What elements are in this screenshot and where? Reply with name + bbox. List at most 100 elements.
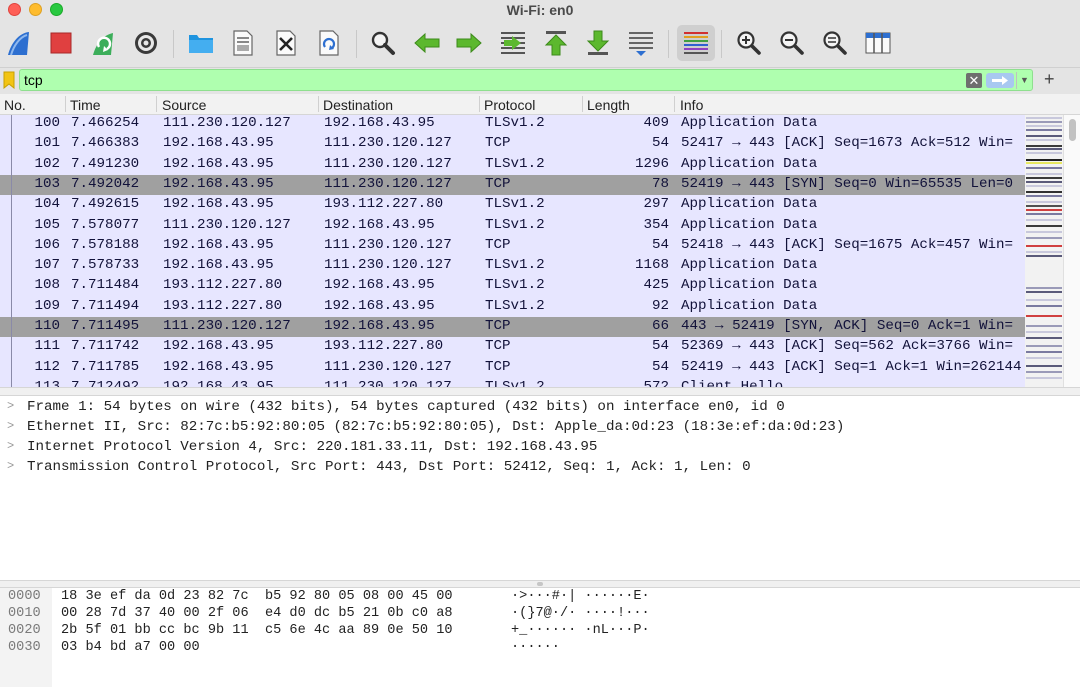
packet-cell-src: 193.112.227.80 (163, 297, 283, 314)
packet-cell-info: 52418 → 443 [ACK] Seq=1675 Ack=457 Win= (681, 236, 1014, 253)
packet-row[interactable]: 112 7.711785 192.168.43.95 111.230.120.127 T… (0, 358, 1025, 378)
detail-row-frame[interactable]: > Frame 1: 54 bytes on wire (432 bits), … (0, 398, 1080, 418)
packet-row[interactable]: 103 7.492042 192.168.43.95 111.230.120.127 T… (0, 174, 1025, 196)
go-last-icon[interactable] (583, 28, 613, 58)
minimap-stripe (1026, 245, 1062, 247)
expand-chevron-icon[interactable]: > (7, 459, 14, 473)
packet-cell-proto: TLSv1.2 (485, 378, 545, 387)
column-separator[interactable] (582, 96, 583, 112)
column-header-length[interactable]: Length (587, 97, 630, 115)
expand-chevron-icon[interactable]: > (7, 419, 14, 433)
filter-history-dropdown[interactable]: ▼ (1016, 72, 1032, 89)
packet-row[interactable]: 111 7.711742 192.168.43.95 193.112.227.80 TC… (0, 337, 1025, 357)
packet-row[interactable]: 102 7.491230 192.168.43.95 111.230.120.127 T… (0, 155, 1025, 175)
packet-list-scrollbar[interactable] (1063, 115, 1080, 387)
packet-cell-src: 193.112.227.80 (163, 277, 283, 294)
packet-cell-len: 572 (643, 378, 669, 387)
packet-row[interactable]: 107 7.578733 192.168.43.95 111.230.120.127 T… (0, 256, 1025, 276)
apply-filter-icon[interactable] (986, 73, 1014, 88)
packet-cell-time: 7.578188 (71, 236, 140, 253)
column-separator[interactable] (156, 96, 157, 112)
expand-chevron-icon[interactable]: > (7, 439, 14, 453)
minimap-stripe (1026, 162, 1062, 164)
packet-row[interactable]: 104 7.492615 192.168.43.95 193.112.227.80 TL… (0, 195, 1025, 215)
minimap-stripe (1026, 291, 1062, 293)
packet-minimap[interactable] (1025, 115, 1063, 387)
column-header-info[interactable]: Info (680, 97, 703, 115)
reload-file-icon[interactable] (314, 28, 344, 58)
column-separator[interactable] (318, 96, 319, 112)
packet-cell-info: Client Hello (681, 378, 784, 387)
detail-row-tcp[interactable]: > Transmission Control Protocol, Src Por… (0, 458, 1080, 478)
packet-row[interactable]: 105 7.578077 111.230.120.127 192.168.43.95 T… (0, 216, 1025, 236)
packet-cell-proto: TLSv1.2 (485, 257, 545, 274)
minimap-stripe (1026, 325, 1062, 327)
packet-row[interactable]: 109 7.711494 193.112.227.80 192.168.43.95 TL… (0, 297, 1025, 317)
packet-cell-time: 7.711484 (71, 277, 140, 294)
packet-cell-dst: 192.168.43.95 (324, 277, 435, 294)
detail-row-ip[interactable]: > Internet Protocol Version 4, Src: 220.… (0, 438, 1080, 458)
expand-chevron-icon[interactable]: > (7, 399, 14, 413)
clear-filter-icon[interactable]: ✕ (966, 73, 982, 88)
pane-splitter-top[interactable] (0, 387, 1080, 396)
packet-cell-info: Application Data (681, 277, 818, 294)
pane-splitter-bottom[interactable] (0, 580, 1080, 588)
packet-list[interactable]: 100 7.466254 111.230.120.127 192.168.43.95 T… (0, 115, 1025, 387)
packet-bytes-pane[interactable]: 0000 18 3e ef da 0d 23 82 7c b5 92 80 05… (0, 588, 1080, 687)
capture-options-icon[interactable] (131, 28, 161, 58)
save-file-icon[interactable] (228, 28, 258, 58)
colorize-icon[interactable] (677, 25, 715, 61)
packet-row[interactable]: 100 7.466254 111.230.120.127 192.168.43.95 T… (0, 115, 1025, 134)
packet-cell-len: 297 (643, 196, 669, 213)
column-separator[interactable] (65, 96, 66, 112)
packet-row[interactable]: 106 7.578188 192.168.43.95 111.230.120.127 T… (0, 236, 1025, 256)
column-separator[interactable] (674, 96, 675, 112)
column-header-no[interactable]: No. (4, 97, 26, 115)
column-separator[interactable] (479, 96, 480, 112)
detail-row-ethernet[interactable]: > Ethernet II, Src: 82:7c:b5:92:80:05 (8… (0, 418, 1080, 438)
window-title: Wi-Fi: en0 (506, 2, 574, 18)
packet-cell-info: Application Data (681, 297, 818, 314)
packet-cell-dst: 111.230.120.127 (324, 236, 452, 253)
go-back-icon[interactable] (412, 28, 442, 58)
resize-columns-icon[interactable] (863, 28, 893, 58)
packet-cell-no: 112 (34, 358, 60, 375)
go-first-icon[interactable] (541, 28, 571, 58)
go-to-packet-icon[interactable] (498, 28, 528, 58)
display-filter-input[interactable] (24, 72, 954, 88)
zoom-in-icon[interactable] (734, 28, 764, 58)
packet-row[interactable]: 110 7.711495 111.230.120.127 192.168.43.95 T… (0, 317, 1025, 338)
go-forward-icon[interactable] (454, 28, 484, 58)
column-header-protocol[interactable]: Protocol (484, 97, 535, 115)
minimap-stripe (1026, 121, 1062, 123)
column-header-time[interactable]: Time (70, 97, 101, 115)
restart-capture-icon[interactable] (88, 28, 118, 58)
start-capture-icon[interactable] (4, 28, 34, 58)
packet-cell-proto: TCP (485, 175, 511, 192)
column-header-destination[interactable]: Destination (323, 97, 393, 115)
minimap-stripe (1026, 125, 1062, 127)
packet-cell-info: 52417 → 443 [ACK] Seq=1673 Ack=512 Win= (681, 135, 1014, 152)
packet-cell-info: 52419 → 443 [ACK] Seq=1 Ack=1 Win=262144… (681, 358, 1025, 375)
autoscroll-icon[interactable] (626, 28, 656, 58)
zoom-out-icon[interactable] (777, 28, 807, 58)
open-file-icon[interactable] (186, 28, 216, 58)
display-filter-field[interactable]: ✕ ▼ (19, 69, 1033, 91)
packet-details-pane[interactable]: > Frame 1: 54 bytes on wire (432 bits), … (0, 396, 1080, 580)
packet-cell-no: 102 (34, 155, 60, 172)
bookmark-icon[interactable] (3, 71, 15, 90)
packet-cell-dst: 111.230.120.127 (324, 135, 452, 152)
splitter-grip[interactable] (537, 582, 543, 586)
packet-row[interactable]: 108 7.711484 193.112.227.80 192.168.43.95 TL… (0, 276, 1025, 296)
minimap-stripe (1026, 225, 1062, 227)
packet-row[interactable]: 113 7.712492 192.168.43.95 111.230.120.127 T… (0, 378, 1025, 387)
packet-cell-no: 108 (34, 277, 60, 294)
normal-size-icon[interactable] (820, 28, 850, 58)
packet-row[interactable]: 101 7.466383 192.168.43.95 111.230.120.127 T… (0, 134, 1025, 154)
find-packet-icon[interactable] (368, 28, 398, 58)
scrollbar-thumb[interactable] (1069, 119, 1076, 141)
close-file-icon[interactable] (271, 28, 301, 58)
add-filter-button[interactable]: + (1044, 69, 1055, 90)
stop-capture-icon[interactable] (46, 28, 76, 58)
column-header-source[interactable]: Source (162, 97, 206, 115)
